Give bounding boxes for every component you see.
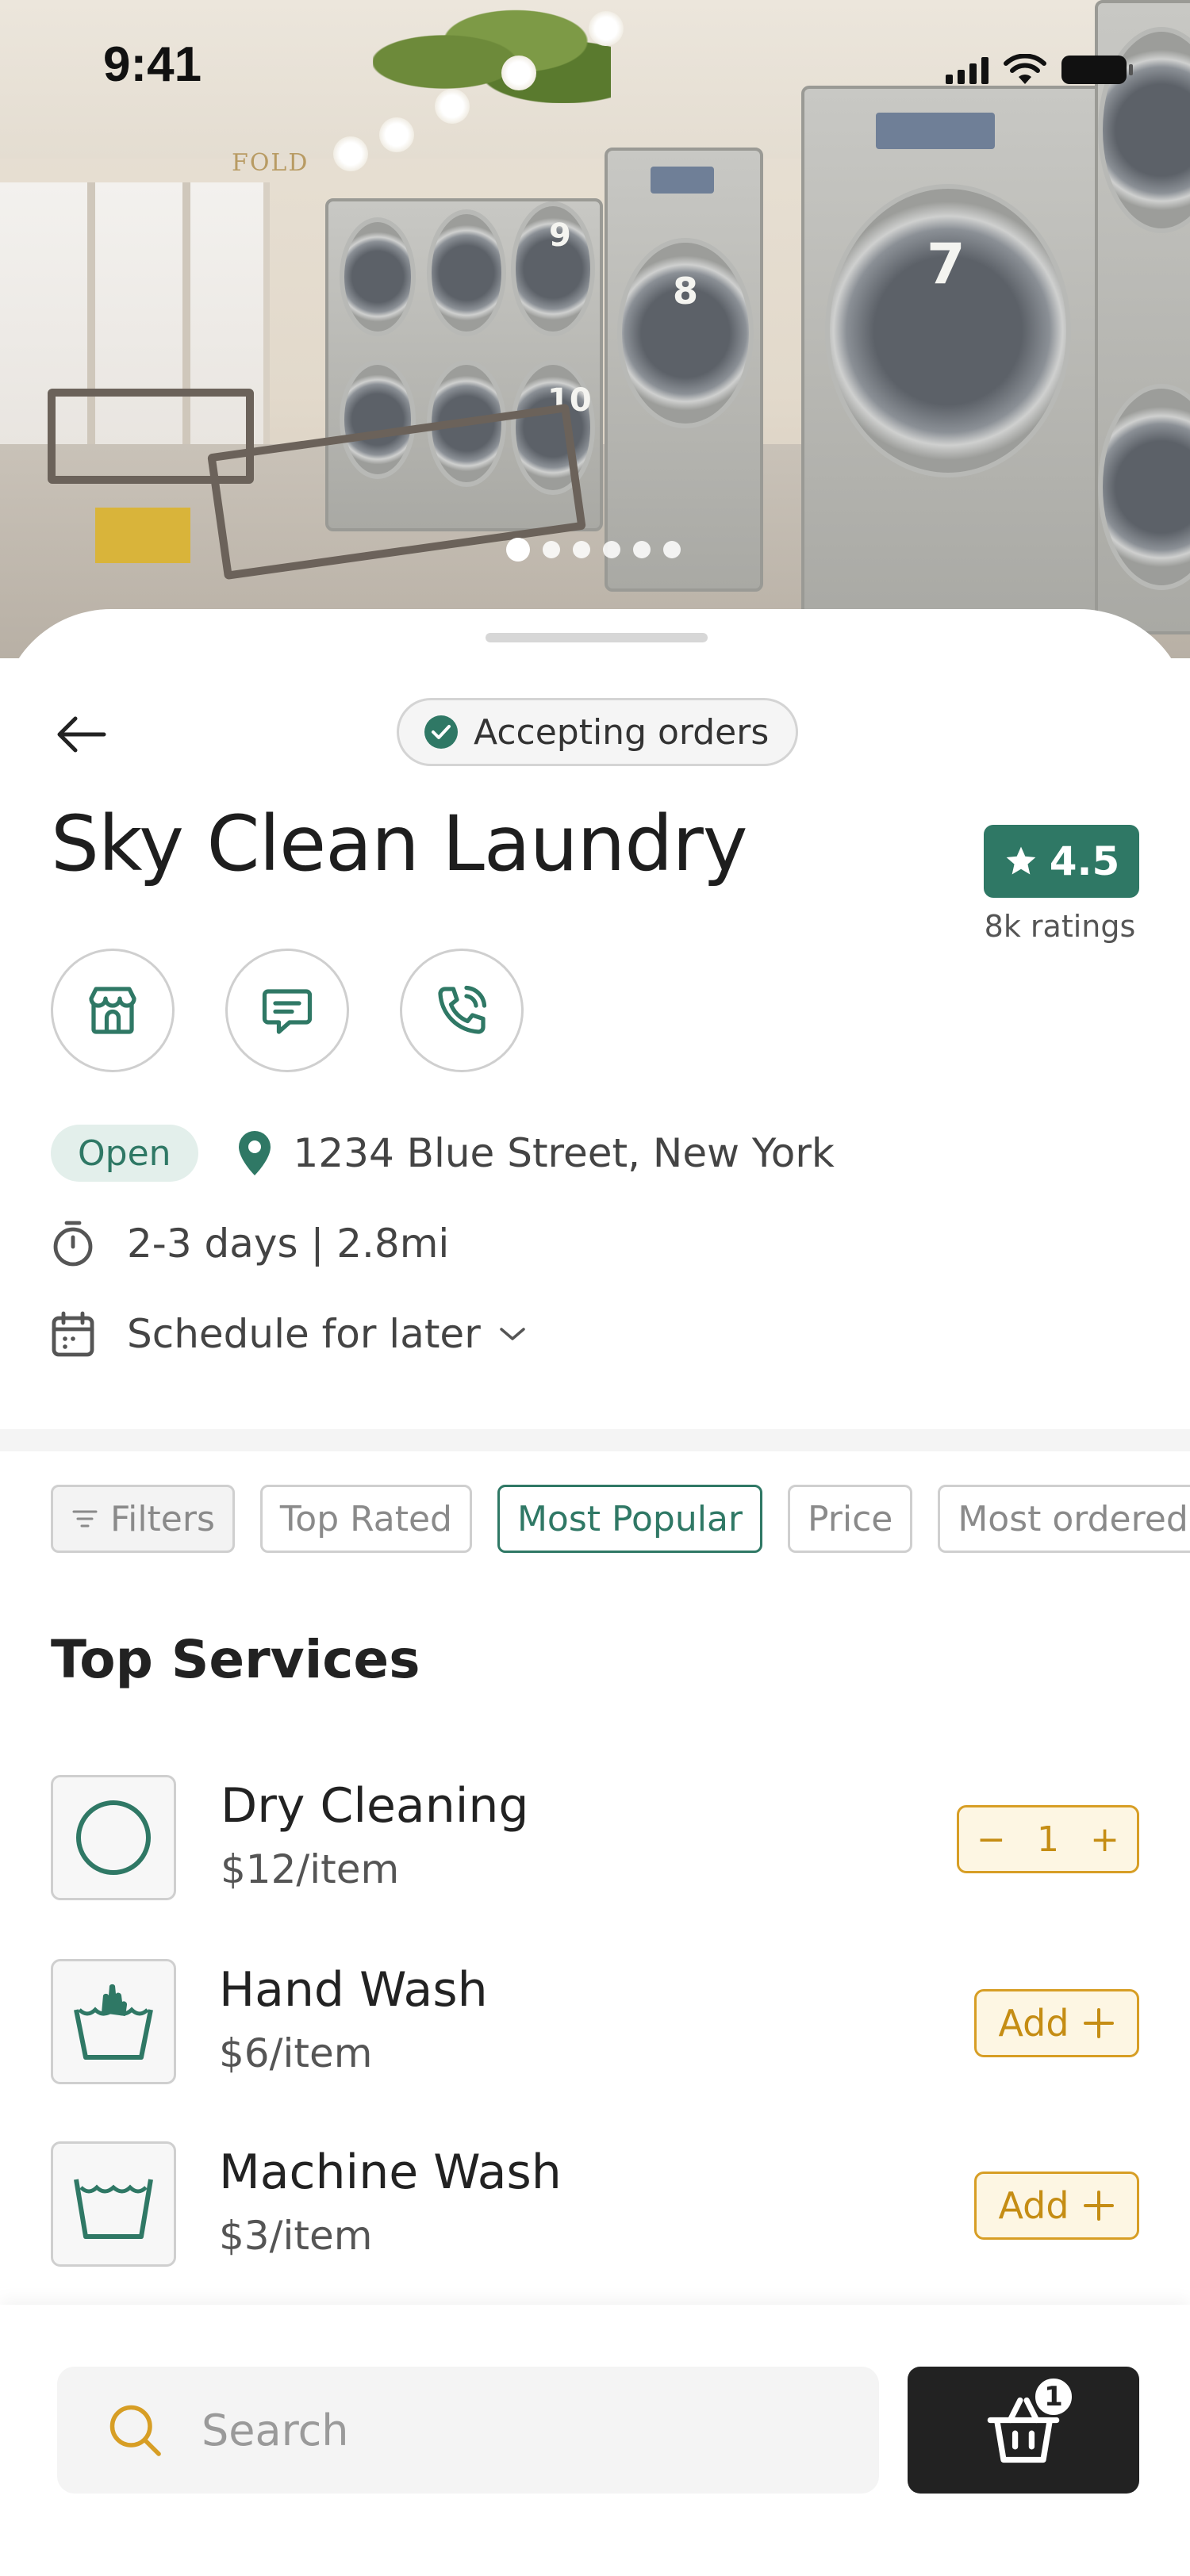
status-icons — [946, 54, 1133, 86]
storefront-icon — [89, 987, 136, 1034]
service-price: $6/item — [219, 2030, 373, 2076]
service-name: Machine Wash — [219, 2145, 562, 2200]
chevron-down-icon — [500, 1328, 525, 1340]
cart-count-badge: 1 — [1033, 2376, 1074, 2417]
machine-wash-icon — [51, 2141, 176, 2267]
service-price: $12/item — [221, 1846, 400, 1892]
plus-icon — [1083, 2008, 1114, 2038]
address-row: Open 1234 Blue Street, New York — [51, 1125, 835, 1182]
store-address[interactable]: 1234 Blue Street, New York — [294, 1130, 835, 1176]
timer-icon — [53, 1221, 93, 1267]
carousel-dot[interactable] — [633, 541, 651, 558]
service-item[interactable]: Dry Cleaning $12/item − 1 + — [51, 1775, 1139, 1902]
carousel-dot[interactable] — [506, 538, 530, 562]
call-button[interactable] — [400, 949, 524, 1072]
filter-chips: Filters Top Rated Most Popular Price Mos… — [51, 1485, 1190, 1553]
phone-icon — [438, 985, 487, 1034]
carousel-dot[interactable] — [603, 541, 620, 558]
quantity-value: 1 — [1037, 1819, 1059, 1860]
service-name: Dry Cleaning — [221, 1778, 529, 1834]
location-pin-icon — [238, 1131, 271, 1175]
schedule-later-label[interactable]: Schedule for later — [127, 1311, 481, 1357]
status-bar: 9:41 — [0, 0, 1190, 127]
decrement-button[interactable]: − — [977, 1819, 1006, 1860]
status-time: 9:41 — [103, 37, 202, 92]
store-info-button[interactable] — [51, 949, 175, 1072]
service-item[interactable]: Machine Wash $3/item Add — [51, 2141, 1139, 2268]
add-button[interactable]: Add — [974, 1989, 1139, 2057]
wifi-icon — [1004, 54, 1046, 84]
check-circle-icon — [424, 715, 458, 749]
chip-top-rated[interactable]: Top Rated — [259, 1485, 472, 1553]
star-icon — [1006, 846, 1036, 875]
washer-8: 8 — [605, 148, 763, 592]
calendar-icon — [52, 1311, 94, 1357]
battery-icon — [1061, 56, 1133, 84]
arrow-left-icon — [57, 716, 106, 753]
accepting-orders-badge: Accepting orders — [397, 698, 799, 766]
chip-most-popular[interactable]: Most Popular — [497, 1485, 762, 1553]
dry-clean-circle-icon — [51, 1775, 176, 1900]
message-button[interactable] — [225, 949, 349, 1072]
add-button[interactable]: Add — [974, 2172, 1139, 2240]
schedule-row[interactable]: Schedule for later — [51, 1310, 528, 1358]
hero-image[interactable]: FOLD 9 10 8 7 9:41 — [0, 0, 1190, 658]
washer-7: 7 — [801, 86, 1111, 625]
delivery-row: 2-3 days | 2.8mi — [51, 1220, 449, 1267]
search-icon — [109, 2405, 161, 2456]
store-name: Sky Clean Laundry — [51, 799, 748, 888]
plus-icon — [1083, 2191, 1114, 2221]
rating-value: 4.5 — [1049, 838, 1120, 884]
machine-number: 9 — [549, 217, 571, 254]
section-title: Top Services — [51, 1629, 420, 1690]
carousel-dots[interactable] — [506, 538, 681, 562]
increment-button[interactable]: + — [1090, 1819, 1119, 1860]
chat-icon — [262, 989, 313, 1034]
chip-most-ordered[interactable]: Most ordered — [938, 1485, 1190, 1553]
open-status-badge: Open — [51, 1125, 198, 1182]
service-price: $3/item — [219, 2213, 373, 2259]
sheet-handle[interactable] — [486, 633, 708, 642]
cellular-signal-icon — [946, 56, 988, 84]
rating-badge[interactable]: 4.5 — [984, 825, 1139, 898]
action-row — [51, 949, 524, 1072]
back-button[interactable] — [49, 703, 113, 766]
carousel-dot[interactable] — [663, 541, 681, 558]
cart-button[interactable]: 1 — [908, 2367, 1139, 2494]
service-name: Hand Wash — [219, 1962, 488, 2018]
quantity-stepper[interactable]: − 1 + — [957, 1805, 1139, 1873]
search-input[interactable] — [202, 2405, 804, 2455]
hero-sign: FOLD — [232, 149, 309, 177]
rating-count: 8k ratings — [984, 909, 1136, 944]
hand-wash-icon — [51, 1959, 176, 2084]
accepting-orders-label: Accepting orders — [474, 711, 770, 753]
search-bar[interactable] — [57, 2367, 879, 2494]
carousel-dot[interactable] — [543, 541, 560, 558]
filters-chip[interactable]: Filters — [51, 1485, 235, 1553]
section-divider — [0, 1429, 1190, 1451]
delivery-info: 2-3 days | 2.8mi — [127, 1221, 450, 1267]
service-item[interactable]: Hand Wash $6/item Add — [51, 1959, 1139, 2086]
carousel-dot[interactable] — [573, 541, 590, 558]
filter-icon — [72, 1510, 98, 1528]
yellow-bench — [95, 508, 190, 563]
light-bulb — [333, 136, 368, 171]
chip-price[interactable]: Price — [788, 1485, 913, 1553]
store-sheet: Accepting orders Sky Clean Laundry 4.5 8… — [0, 609, 1190, 2576]
bottom-bar: 1 — [0, 2305, 1190, 2576]
